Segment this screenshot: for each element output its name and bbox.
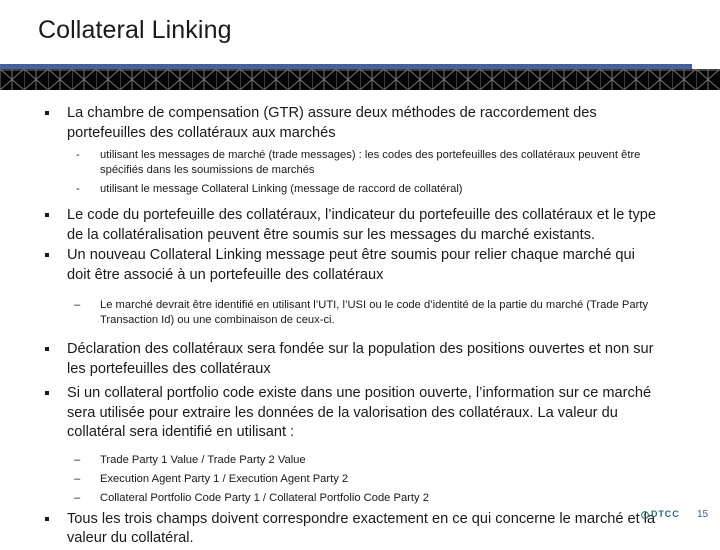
list-item: – Execution Agent Party 1 / Execution Ag… [0, 472, 720, 487]
banner-lattice-pattern [0, 69, 720, 90]
bullet-marker-endash: – [74, 299, 81, 311]
bullet-marker-square [45, 347, 49, 351]
list-item: La chambre de compensation (GTR) assure … [0, 104, 720, 143]
list-item: Si un collateral portfolio code existe d… [0, 384, 720, 443]
list-item-text: Tous les trois champs doivent correspond… [67, 510, 656, 547]
dtcc-circle-logo-icon [641, 510, 649, 519]
bullet-marker-endash: – [74, 453, 81, 466]
page-title: Collateral Linking [38, 16, 232, 44]
list-item-text: Si un collateral portfolio code existe d… [67, 385, 652, 440]
bullet-list: La chambre de compensation (GTR) assure … [0, 104, 720, 550]
list-item: – Collateral Portfolio Code Party 1 / Co… [0, 491, 720, 506]
list-item: Déclaration des collatéraux sera fondée … [0, 340, 720, 379]
list-item: - utilisant les messages de marché (trad… [0, 148, 720, 178]
list-item-text: Un nouveau Collateral Linking message pe… [67, 247, 635, 283]
bullet-marker-square [45, 213, 49, 217]
decorative-banner [0, 64, 720, 90]
slide: Collateral Linking La chambre de compens… [0, 0, 720, 546]
list-item: Le code du portefeuille des collatéraux,… [0, 206, 720, 245]
banner-dark-band [0, 69, 720, 90]
bullet-marker-square [45, 516, 49, 521]
dtcc-logo-text: DTCC [651, 509, 680, 519]
list-item-text: Collateral Portfolio Code Party 1 / Coll… [100, 491, 429, 504]
bullet-marker-square [45, 391, 49, 395]
bullet-marker-square [45, 253, 49, 257]
bullet-marker-square [45, 111, 49, 115]
list-item-text: Le marché devrait être identifié en util… [100, 299, 649, 326]
list-item-text: Trade Party 1 Value / Trade Party 2 Valu… [100, 453, 306, 466]
list-item-text: Déclaration des collatéraux sera fondée … [67, 341, 654, 377]
dtcc-logo: DTCC [641, 510, 680, 519]
list-item: Tous les trois champs doivent correspond… [0, 510, 720, 549]
list-item-text: Le code du portefeuille des collatéraux,… [67, 207, 656, 243]
list-item: – Le marché devrait être identifié en ut… [0, 298, 720, 328]
bullet-marker-hyphen: - [76, 183, 80, 195]
list-item-text: utilisant les messages de marché (trade … [100, 149, 641, 176]
list-item: Un nouveau Collateral Linking message pe… [0, 246, 720, 285]
list-item-text: La chambre de compensation (GTR) assure … [67, 105, 597, 141]
bullet-marker-hyphen: - [76, 149, 80, 161]
bullet-marker-endash: – [74, 472, 81, 485]
list-item-text: Execution Agent Party 1 / Execution Agen… [100, 472, 349, 485]
page-number: 15 [697, 509, 709, 520]
bullet-marker-endash: – [74, 491, 81, 504]
list-item: – Trade Party 1 Value / Trade Party 2 Va… [0, 453, 720, 468]
list-item-text: utilisant le message Collateral Linking … [100, 183, 463, 195]
list-item: - utilisant le message Collateral Linkin… [0, 182, 720, 197]
